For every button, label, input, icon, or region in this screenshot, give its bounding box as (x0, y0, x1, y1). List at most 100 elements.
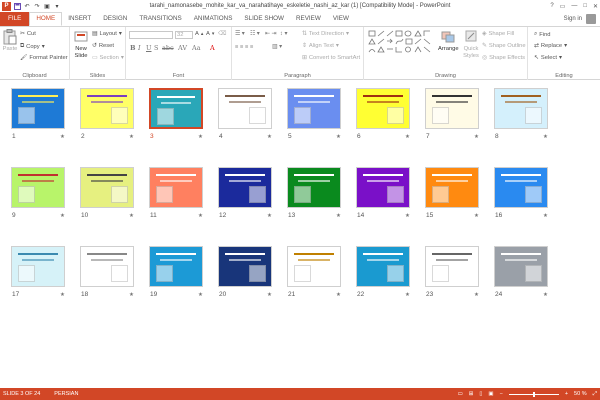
transition-star-icon[interactable]: ★ (405, 134, 410, 140)
layout-button[interactable]: ▤ Layout ▾ (92, 31, 122, 37)
transition-star-icon[interactable]: ★ (129, 134, 134, 140)
normal-view-icon[interactable]: ▭ (458, 391, 463, 397)
tab-insert[interactable]: INSERT (62, 12, 97, 26)
fit-to-window-icon[interactable]: ⤢ (593, 391, 597, 398)
align-text-button[interactable]: ⇕ Align Text ▾ (302, 43, 339, 49)
clear-format-icon[interactable]: ⌫ (218, 31, 226, 37)
zoom-level[interactable]: 50 % (574, 391, 587, 397)
slide-thumbnail[interactable] (494, 88, 548, 129)
character-spacing-button[interactable]: AV (178, 44, 187, 52)
tab-animations[interactable]: ANIMATIONS (188, 12, 239, 26)
customize-toolbar-icon[interactable]: ▾ (53, 2, 61, 10)
slide-thumbnail[interactable] (425, 88, 479, 129)
strikethrough-button[interactable]: abc (162, 44, 174, 52)
slide-thumbnail[interactable] (11, 246, 65, 287)
slide-thumbnail[interactable] (218, 167, 272, 208)
tab-home[interactable]: HOME (29, 12, 63, 26)
transition-star-icon[interactable]: ★ (336, 134, 341, 140)
transition-star-icon[interactable]: ★ (198, 134, 203, 140)
quick-styles-button[interactable]: Quick Styles (460, 29, 482, 59)
font-size-combo[interactable]: 32 (175, 31, 193, 39)
tab-view[interactable]: VIEW (327, 12, 355, 26)
reset-button[interactable]: ↺ Reset (92, 43, 114, 49)
zoom-out-icon[interactable]: − (500, 391, 503, 397)
tab-design[interactable]: DESIGN (97, 12, 133, 26)
avatar[interactable] (586, 14, 596, 24)
transition-star-icon[interactable]: ★ (543, 213, 548, 219)
slideshow-view-icon[interactable]: ▣ (488, 391, 493, 397)
shape-effects-button[interactable]: ◎ Shape Effects (482, 55, 525, 61)
transition-star-icon[interactable]: ★ (267, 134, 272, 140)
columns-button[interactable]: ▥ ▾ (272, 44, 282, 50)
transition-star-icon[interactable]: ★ (474, 213, 479, 219)
slide-thumbnail[interactable] (494, 246, 548, 287)
redo-icon[interactable]: ↷ (33, 2, 41, 10)
slide-thumbnail[interactable] (11, 167, 65, 208)
replace-button[interactable]: ⇄ Replace ▾ (534, 43, 567, 49)
tab-transitions[interactable]: TRANSITIONS (133, 12, 187, 26)
new-slide-button[interactable]: New Slide (72, 29, 90, 59)
alignment-buttons[interactable]: ≡ ≡ ≡ ≡ (235, 44, 253, 50)
slide-thumbnail[interactable] (356, 246, 410, 287)
slide-thumbnail[interactable] (425, 167, 479, 208)
format-painter-button[interactable]: 🖌 Format Painter (20, 55, 68, 61)
find-button[interactable]: ⌕ Find (534, 31, 551, 38)
slide-thumbnail[interactable] (218, 88, 272, 129)
transition-star-icon[interactable]: ★ (336, 213, 341, 219)
slide-thumbnail[interactable] (218, 246, 272, 287)
shape-fill-button[interactable]: ◈ Shape Fill (482, 31, 514, 37)
convert-smartart-button[interactable]: ⊞ Convert to SmartArt (302, 55, 360, 61)
minimize-icon[interactable]: — (571, 3, 577, 9)
underline-button[interactable]: U (146, 44, 151, 52)
slide-thumbnail[interactable] (356, 167, 410, 208)
transition-star-icon[interactable]: ★ (60, 134, 65, 140)
slide-thumbnail[interactable] (287, 246, 341, 287)
tab-slide-show[interactable]: SLIDE SHOW (238, 12, 290, 26)
zoom-slider-knob[interactable] (532, 391, 535, 397)
slide-thumbnail[interactable] (80, 246, 134, 287)
shapes-gallery[interactable] (368, 30, 434, 58)
transition-star-icon[interactable]: ★ (60, 213, 65, 219)
slide-thumbnail[interactable] (356, 88, 410, 129)
transition-star-icon[interactable]: ★ (60, 292, 65, 298)
transition-star-icon[interactable]: ★ (405, 213, 410, 219)
shrink-font-button[interactable]: A ▾ (206, 31, 214, 37)
change-case-button[interactable]: Aa (192, 44, 201, 52)
tab-review[interactable]: REVIEW (290, 12, 327, 26)
slide-sorter-view-icon[interactable]: ⊞ (469, 391, 474, 397)
indent-buttons[interactable]: ⇤ ⇥ (265, 31, 276, 37)
slide-thumbnail[interactable] (287, 167, 341, 208)
start-slideshow-icon[interactable]: ▣ (43, 2, 51, 10)
help-icon[interactable]: ? (550, 3, 553, 9)
section-button[interactable]: ▭ Section ▾ (92, 55, 124, 61)
language-status[interactable]: PERSIAN (54, 391, 78, 397)
slide-thumbnail[interactable] (149, 167, 203, 208)
slide-thumbnail[interactable] (80, 167, 134, 208)
ribbon-display-options-icon[interactable]: ▭ (560, 3, 566, 10)
bullets-button[interactable]: ☰ ▾ (235, 31, 245, 37)
transition-star-icon[interactable]: ★ (129, 292, 134, 298)
shape-outline-button[interactable]: ✎ Shape Outline (482, 43, 526, 49)
slide-thumbnail[interactable] (425, 246, 479, 287)
transition-star-icon[interactable]: ★ (267, 213, 272, 219)
slide-thumbnail[interactable] (11, 88, 65, 129)
numbering-button[interactable]: ☷ ▾ (250, 31, 260, 37)
save-icon[interactable] (13, 2, 21, 10)
reading-view-icon[interactable]: ▯ (479, 391, 482, 397)
slide-thumbnail[interactable] (149, 246, 203, 287)
maximize-icon[interactable]: □ (583, 3, 587, 9)
transition-star-icon[interactable]: ★ (405, 292, 410, 298)
zoom-in-icon[interactable]: + (565, 391, 568, 397)
slide-thumbnail[interactable] (494, 167, 548, 208)
select-button[interactable]: ↖ Select ▾ (534, 55, 562, 61)
italic-button[interactable]: I (138, 44, 141, 52)
transition-star-icon[interactable]: ★ (336, 292, 341, 298)
grow-font-button[interactable]: A ▴ (195, 31, 203, 37)
tab-file[interactable]: FILE (0, 12, 30, 26)
transition-star-icon[interactable]: ★ (543, 292, 548, 298)
zoom-slider[interactable] (508, 391, 559, 397)
cut-button[interactable]: ✂ Cut (20, 31, 36, 37)
transition-star-icon[interactable]: ★ (474, 292, 479, 298)
undo-icon[interactable]: ↶ (23, 2, 31, 10)
transition-star-icon[interactable]: ★ (198, 213, 203, 219)
